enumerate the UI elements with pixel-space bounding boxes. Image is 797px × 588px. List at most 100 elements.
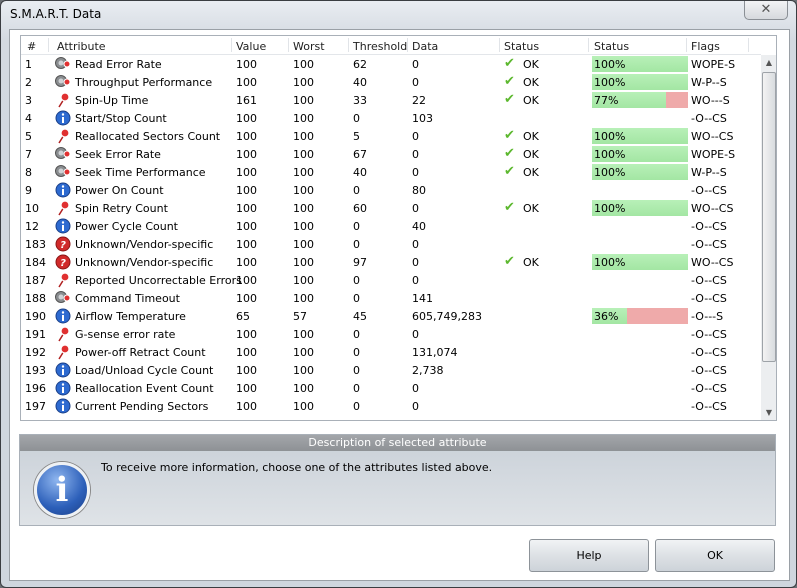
- vertical-scrollbar[interactable]: ▲ ▼: [761, 55, 776, 420]
- column-header-health[interactable]: Status: [594, 40, 629, 53]
- attribute-id: 191: [25, 328, 46, 341]
- column-header-flags[interactable]: Flags: [691, 40, 720, 53]
- description-text: To receive more information, choose one …: [101, 461, 493, 474]
- close-button[interactable]: ✕: [744, 1, 788, 20]
- health-bar: 100%: [592, 74, 688, 90]
- attribute-threshold: 60: [353, 202, 367, 215]
- table-row[interactable]: 183 ? Unknown/Vendor-specific 100 100 0 …: [21, 235, 761, 253]
- attribute-threshold: 0: [353, 382, 360, 395]
- table-row[interactable]: 1 Read Error Rate 100 100 62 0 ✔ OK 100% WOP…: [21, 55, 761, 73]
- attribute-flags: -O--CS: [691, 382, 727, 395]
- attribute-name: Current Pending Sectors: [75, 400, 209, 413]
- attribute-name: Command Timeout: [75, 292, 180, 305]
- attribute-data: 22: [412, 94, 426, 107]
- table-row[interactable]: 2 Throughput Performance 100 100 40 0 ✔ OK…: [21, 73, 761, 91]
- table-row[interactable]: 7 Seek Error Rate 100 100 67 0 ✔ OK 100% WOP…: [21, 145, 761, 163]
- attribute-flags: -O--CS: [691, 400, 727, 413]
- info-icon: i: [34, 462, 90, 518]
- attribute-flags: -O--CS: [691, 274, 727, 287]
- attribute-name: Spin Retry Count: [75, 202, 168, 215]
- attribute-data: 2,738: [412, 364, 444, 377]
- attribute-id: 192: [25, 346, 46, 359]
- attribute-worst: 100: [293, 292, 314, 305]
- attribute-value: 100: [236, 148, 257, 161]
- smart-attribute-list[interactable]: # Attribute Value Worst Threshold Data S…: [20, 35, 777, 421]
- scroll-down-arrow-icon[interactable]: ▼: [761, 405, 776, 420]
- attribute-value: 100: [236, 58, 257, 71]
- table-row[interactable]: 5 Reallocated Sectors Count 100 100 5 0 ✔…: [21, 127, 761, 145]
- info-icon: [55, 182, 71, 198]
- pin-icon: [55, 326, 71, 342]
- question-icon: ?: [55, 254, 71, 270]
- table-row[interactable]: 4 Start/Stop Count 100 100 0 103 -O--CS: [21, 109, 761, 127]
- column-header-value[interactable]: Value: [236, 40, 266, 53]
- attribute-data: 0: [412, 274, 419, 287]
- svg-text:?: ?: [60, 258, 66, 269]
- table-row[interactable]: 196 Reallocation Event Count 100 100 0 0…: [21, 379, 761, 397]
- attribute-name: Throughput Performance: [75, 76, 213, 89]
- attribute-threshold: 40: [353, 76, 367, 89]
- table-row[interactable]: 187 Reported Uncorrectable Errors 100 10…: [21, 271, 761, 289]
- table-row[interactable]: 193 Load/Unload Cycle Count 100 100 0 2,…: [21, 361, 761, 379]
- attribute-data: 0: [412, 58, 419, 71]
- attribute-id: 12: [25, 220, 39, 233]
- health-percent: 77%: [594, 94, 619, 107]
- table-row[interactable]: 184 ? Unknown/Vendor-specific 100 100 97…: [21, 253, 761, 271]
- attribute-name: Seek Error Rate: [75, 148, 161, 161]
- close-icon: ✕: [760, 2, 772, 17]
- attribute-data: 0: [412, 382, 419, 395]
- column-header-id[interactable]: #: [27, 40, 36, 53]
- attribute-flags: W-P--S: [691, 76, 727, 89]
- scrollbar-thumb[interactable]: [762, 72, 776, 362]
- attribute-data: 0: [412, 148, 419, 161]
- attribute-flags: -O--CS: [691, 328, 727, 341]
- table-row[interactable]: 9 Power On Count 100 100 0 80 -O--CS: [21, 181, 761, 199]
- attribute-data: 80: [412, 184, 426, 197]
- description-panel: Description of selected attribute i To r…: [19, 434, 776, 526]
- table-row[interactable]: 192 Power-off Retract Count 100 100 0 13…: [21, 343, 761, 361]
- health-percent: 100%: [594, 202, 626, 215]
- health-bar: 100%: [592, 164, 688, 180]
- column-header-data[interactable]: Data: [412, 40, 438, 53]
- attribute-id: 184: [25, 256, 46, 269]
- attribute-threshold: 0: [353, 184, 360, 197]
- health-percent: 100%: [594, 148, 626, 161]
- attribute-worst: 100: [293, 148, 314, 161]
- ok-button[interactable]: OK: [655, 539, 775, 572]
- check-icon: ✔: [504, 254, 515, 269]
- table-row[interactable]: 188 Command Timeout 100 100 0 141 -O--CS: [21, 289, 761, 307]
- attribute-flags: -O--CS: [691, 112, 727, 125]
- pin-icon: [55, 92, 71, 108]
- info-icon: [55, 110, 71, 126]
- pin-icon: [55, 344, 71, 360]
- table-row[interactable]: 10 Spin Retry Count 100 100 60 0 ✔ OK 100% W…: [21, 199, 761, 217]
- help-button[interactable]: Help: [529, 539, 649, 572]
- column-header-attribute[interactable]: Attribute: [57, 40, 106, 53]
- attribute-worst: 100: [293, 364, 314, 377]
- table-row[interactable]: 190 Airflow Temperature 65 57 45 605,749…: [21, 307, 761, 325]
- table-row[interactable]: 191 G-sense error rate 100 100 0 0 -O--CS: [21, 325, 761, 343]
- attribute-value: 100: [236, 256, 257, 269]
- attribute-name: Reallocation Event Count: [75, 382, 214, 395]
- table-row[interactable]: 197 Current Pending Sectors 100 100 0 0 -…: [21, 397, 761, 415]
- attribute-status: OK: [523, 256, 539, 269]
- attribute-threshold: 0: [353, 364, 360, 377]
- attribute-flags: WO--CS: [691, 130, 734, 143]
- table-row[interactable]: 12 Power Cycle Count 100 100 0 40 -O--CS: [21, 217, 761, 235]
- attribute-id: 188: [25, 292, 46, 305]
- attribute-data: 131,074: [412, 346, 458, 359]
- table-row[interactable]: 8 Seek Time Performance 100 100 40 0 ✔ OK 1…: [21, 163, 761, 181]
- scroll-up-arrow-icon[interactable]: ▲: [761, 55, 776, 71]
- gauge-icon: [55, 146, 71, 162]
- attribute-threshold: 5: [353, 130, 360, 143]
- column-header-status[interactable]: Status: [504, 40, 539, 53]
- attribute-threshold: 67: [353, 148, 367, 161]
- column-header-worst[interactable]: Worst: [293, 40, 325, 53]
- attribute-data: 40: [412, 220, 426, 233]
- dialog-client: # Attribute Value Worst Threshold Data S…: [9, 29, 790, 581]
- attribute-id: 197: [25, 400, 46, 413]
- column-header-threshold[interactable]: Threshold: [353, 40, 407, 53]
- table-row[interactable]: 3 Spin-Up Time 161 100 33 22 ✔ OK 77% WO---S: [21, 91, 761, 109]
- health-bar: 100%: [592, 56, 688, 72]
- check-icon: ✔: [504, 200, 515, 215]
